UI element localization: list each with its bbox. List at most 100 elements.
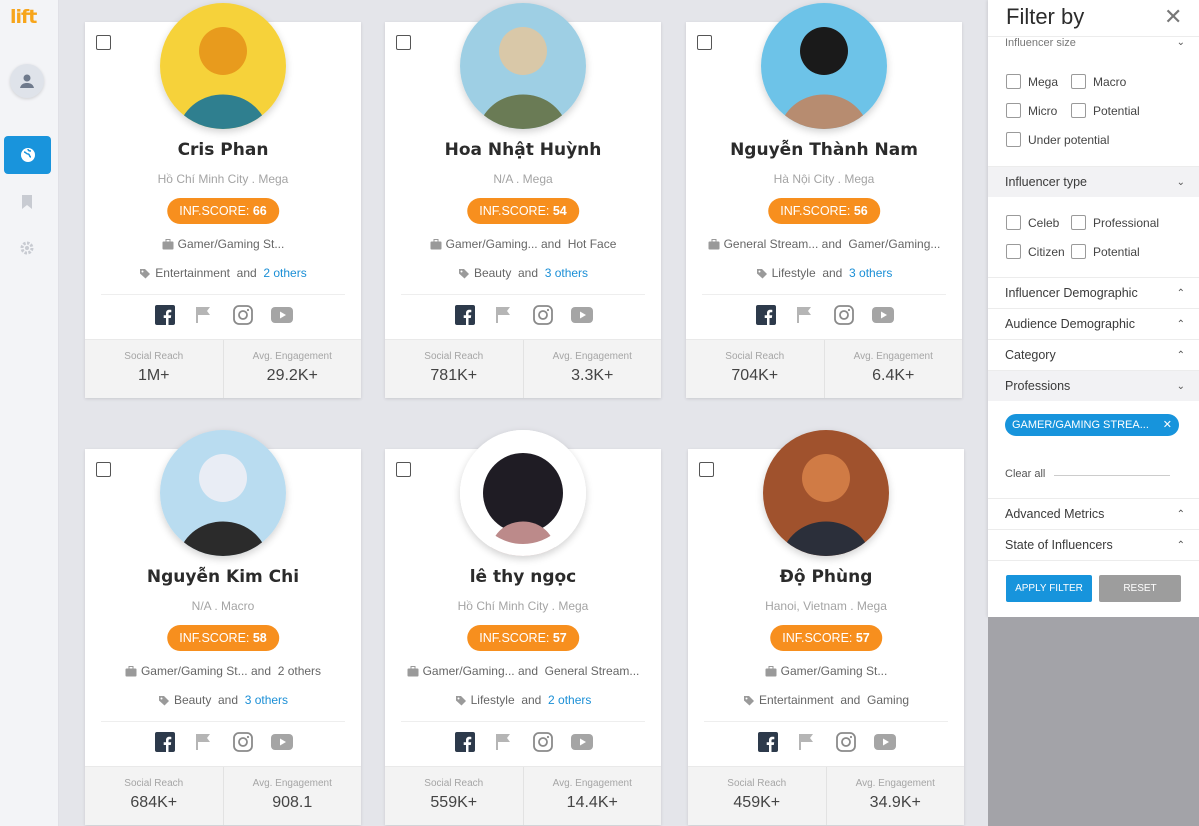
youtube-link[interactable] <box>270 731 293 753</box>
youtube-link[interactable] <box>570 731 593 753</box>
influencer-card[interactable]: Cris Phan Hồ Chí Minh City . Mega INF.SC… <box>85 3 361 398</box>
type-option-potential[interactable]: Potential <box>1071 244 1140 259</box>
type-option-celeb[interactable]: Celeb <box>1006 215 1059 230</box>
youtube-link[interactable] <box>270 304 293 326</box>
avatar-image <box>761 3 887 129</box>
youtube-link[interactable] <box>871 304 894 326</box>
size-option-micro[interactable]: Micro <box>1006 103 1057 118</box>
social-links <box>686 304 962 326</box>
influencer-type-header[interactable]: Influencer type ⌄ <box>988 166 1199 197</box>
influencer-card[interactable]: Nguyễn Thành Nam Hà Nội City . Mega INF.… <box>686 3 962 398</box>
influencer-name[interactable]: Nguyễn Kim Chi <box>85 567 361 587</box>
avatar[interactable] <box>460 430 586 556</box>
influencer-card[interactable]: Hoa Nhật Huỳnh N/A . Mega INF.SCORE: 54 … <box>385 3 661 398</box>
chevron-down-icon: ⌄ <box>1176 381 1185 392</box>
settings-nav-button[interactable] <box>17 238 37 258</box>
apply-filter-button[interactable]: APPLY FILTER <box>1006 575 1092 602</box>
size-option-mega[interactable]: Mega <box>1006 74 1058 89</box>
category-more-link[interactable]: 3 others <box>849 266 892 280</box>
flag-link[interactable] <box>193 731 215 753</box>
app-logo[interactable]: lift <box>10 6 37 28</box>
category-header[interactable]: Category ⌃ <box>988 339 1199 370</box>
reset-button[interactable]: RESET <box>1099 575 1181 602</box>
profession-row: Gamer/Gaming St... and 2 others <box>85 664 361 678</box>
remove-chip-icon[interactable]: ✕ <box>1163 414 1172 436</box>
avatar[interactable] <box>160 3 286 129</box>
category-more-link[interactable]: 3 others <box>245 693 288 707</box>
instagram-link[interactable] <box>835 731 857 753</box>
instagram-link[interactable] <box>532 731 554 753</box>
social-reach-stat: Social Reach 459K+ <box>727 778 787 811</box>
influencer-name[interactable]: Cris Phan <box>85 140 361 160</box>
social-links <box>385 731 661 753</box>
flag-link[interactable] <box>493 731 515 753</box>
avg-engagement-stat: Avg. Engagement 34.9K+ <box>825 767 965 825</box>
facebook-link[interactable] <box>154 304 176 326</box>
facebook-link[interactable] <box>154 731 176 753</box>
audience-demographic-header[interactable]: Audience Demographic ⌃ <box>988 308 1199 339</box>
inf-score-badge: INF.SCORE: 66 <box>167 198 279 224</box>
facebook-icon <box>454 732 475 752</box>
influencer-card[interactable]: Độ Phùng Hanoi, Vietnam . Mega INF.SCORE… <box>688 430 965 825</box>
youtube-link[interactable] <box>570 304 593 326</box>
facebook-link[interactable] <box>454 304 476 326</box>
category-more-link[interactable]: 2 others <box>548 693 591 707</box>
profession-row: Gamer/Gaming... and General Stream... <box>385 664 661 678</box>
type-option-citizen[interactable]: Citizen <box>1006 244 1065 259</box>
flag-link[interactable] <box>794 304 816 326</box>
professions-header[interactable]: Professions ⌄ <box>988 370 1199 401</box>
influencer-location: Hồ Chí Minh City . Mega <box>157 172 289 186</box>
select-checkbox[interactable] <box>396 462 411 477</box>
instagram-link[interactable] <box>532 304 554 326</box>
briefcase-icon <box>708 239 720 250</box>
size-option-potential[interactable]: Potential <box>1071 103 1140 118</box>
influencer-name[interactable]: Nguyễn Thành Nam <box>686 140 962 160</box>
category-more-link[interactable]: 3 others <box>545 266 588 280</box>
type-option-professional[interactable]: Professional <box>1071 215 1159 230</box>
size-option-macro[interactable]: Macro <box>1071 74 1126 89</box>
select-checkbox[interactable] <box>699 462 714 477</box>
instagram-link[interactable] <box>232 731 254 753</box>
youtube-link[interactable] <box>873 731 896 753</box>
avatar[interactable] <box>460 3 586 129</box>
influencer-name[interactable]: Độ Phùng <box>688 567 964 587</box>
user-icon <box>20 74 34 88</box>
discover-nav-button[interactable] <box>4 136 51 174</box>
instagram-link[interactable] <box>232 304 254 326</box>
state-of-influencers-header[interactable]: State of Influencers ⌃ <box>988 529 1199 560</box>
avatar[interactable] <box>160 430 286 556</box>
select-checkbox[interactable] <box>396 35 411 50</box>
facebook-link[interactable] <box>757 731 779 753</box>
influencer-card[interactable]: lê thy ngọc Hồ Chí Minh City . Mega INF.… <box>385 430 661 825</box>
influencer-size-header[interactable]: Influencer size ⌄ <box>988 36 1199 56</box>
instagram-link[interactable] <box>833 304 855 326</box>
influencer-demographic-header[interactable]: Influencer Demographic ⌃ <box>988 277 1199 308</box>
inf-score-badge: INF.SCORE: 58 <box>167 625 279 651</box>
influencer-name[interactable]: lê thy ngọc <box>385 567 661 587</box>
tag-icon <box>158 696 169 706</box>
profession-filter-chip[interactable]: GAMER/GAMING STREA... ✕ <box>1005 414 1179 436</box>
category-more-link[interactable]: 2 others <box>263 266 306 280</box>
facebook-link[interactable] <box>454 731 476 753</box>
select-checkbox[interactable] <box>697 35 712 50</box>
avatar[interactable] <box>761 3 887 129</box>
facebook-link[interactable] <box>755 304 777 326</box>
avatar[interactable] <box>763 430 889 556</box>
influencer-location: Hanoi, Vietnam . Mega <box>765 599 887 613</box>
bookmark-nav-button[interactable] <box>17 192 37 212</box>
flag-link[interactable] <box>493 304 515 326</box>
size-option-under-potential[interactable]: Under potential <box>1006 132 1109 147</box>
close-icon[interactable]: ✕ <box>1164 4 1182 30</box>
inf-score-badge: INF.SCORE: 54 <box>467 198 579 224</box>
influencer-name[interactable]: Hoa Nhật Huỳnh <box>385 140 661 160</box>
advanced-metrics-header[interactable]: Advanced Metrics ⌃ <box>988 498 1199 529</box>
flag-link[interactable] <box>193 304 215 326</box>
clear-all-link[interactable]: Clear all <box>1005 468 1045 480</box>
profile-nav-button[interactable] <box>10 64 44 98</box>
select-checkbox[interactable] <box>96 462 111 477</box>
panel-overlay <box>988 617 1199 826</box>
instagram-icon <box>835 732 856 752</box>
influencer-card[interactable]: Nguyễn Kim Chi N/A . Macro INF.SCORE: 58… <box>85 430 361 825</box>
select-checkbox[interactable] <box>96 35 111 50</box>
flag-link[interactable] <box>796 731 818 753</box>
